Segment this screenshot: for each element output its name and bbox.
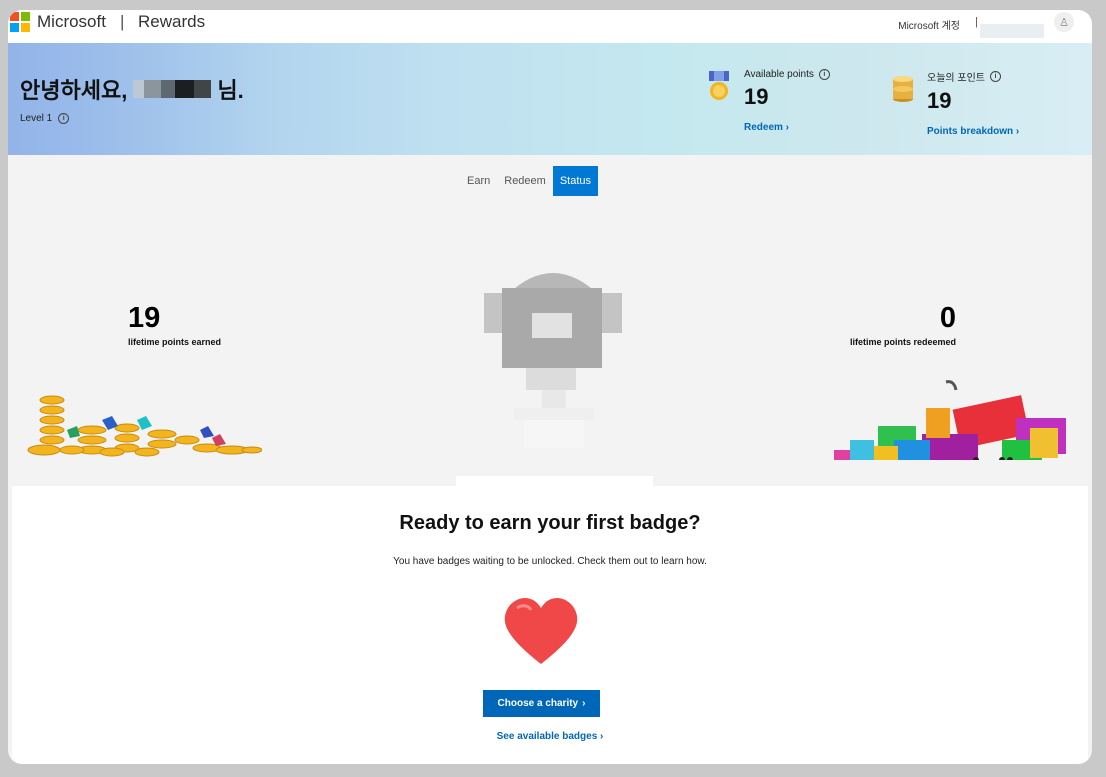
available-points-label: Available points <box>744 69 814 80</box>
top-nav: Microsoft | Rewards Microsoft 계정 | ♙ <box>8 10 1092 43</box>
account-name-redacted[interactable] <box>980 24 1044 38</box>
tab-earn[interactable]: Earn <box>460 166 497 196</box>
redeem-link[interactable]: Redeem › <box>744 122 830 133</box>
choose-charity-button[interactable]: Choose a charity › <box>483 690 600 717</box>
tab-redeem[interactable]: Redeem <box>497 166 553 196</box>
level-label: Level 1 <box>20 113 53 124</box>
available-points-value: 19 <box>744 84 769 109</box>
lifetime-earned-label: lifetime points earned <box>128 337 222 347</box>
hero-banner: 안녕하세요, 님. Level 1 i Available points i 19… <box>8 43 1092 155</box>
tab-status[interactable]: Status <box>552 166 599 196</box>
lifetime-redeemed: 0 lifetime points redeemed <box>850 302 956 347</box>
brand-divider: | <box>120 12 125 31</box>
level-badge-image <box>484 273 622 448</box>
see-available-badges-link[interactable]: See available badges › <box>8 731 1092 742</box>
microsoft-account-link[interactable]: Microsoft 계정 <box>898 17 960 32</box>
heart-icon <box>504 598 578 664</box>
tab-bar: Earn Redeem Status <box>460 166 599 196</box>
chevron-right-icon: › <box>582 698 586 709</box>
badge-headline: Ready to earn your first badge? <box>399 512 701 534</box>
user-name-redacted <box>133 80 212 98</box>
level-indicator: Level 1 i <box>20 113 70 124</box>
points-breakdown-link[interactable]: Points breakdown › <box>927 126 1019 137</box>
microsoft-logo-icon[interactable] <box>10 12 30 32</box>
info-icon[interactable]: i <box>989 71 1001 82</box>
info-icon[interactable]: i <box>58 113 70 124</box>
user-icon: ♙ <box>1059 16 1069 29</box>
browser-window: Microsoft | Rewards Microsoft 계정 | ♙ 안녕하… <box>8 10 1092 764</box>
brand-name[interactable]: Microsoft <box>37 12 106 32</box>
gifts-illustration <box>834 380 1066 460</box>
choose-charity-label: Choose a charity <box>497 698 579 709</box>
info-icon[interactable]: i <box>818 69 830 80</box>
lifetime-earned: 19 lifetime points earned <box>128 302 221 347</box>
coin-stack-icon <box>893 76 913 102</box>
available-points: Available points i 19 Redeem › <box>744 69 830 133</box>
greeting-suffix: 님. <box>217 78 244 103</box>
todays-points: 오늘의 포인트 i 19 Points breakdown › <box>927 69 1019 137</box>
lifetime-redeemed-value: 0 <box>939 302 956 334</box>
coins-illustration <box>27 395 262 457</box>
account-separator: | <box>975 16 978 28</box>
lifetime-earned-value: 19 <box>128 302 161 334</box>
greeting: 안녕하세요, 님. <box>20 73 244 105</box>
todays-points-label: 오늘의 포인트 <box>927 73 985 84</box>
product-name[interactable]: Rewards <box>138 12 205 32</box>
todays-points-value: 19 <box>927 88 952 113</box>
badge-subtitle: You have badges waiting to be unlocked. … <box>393 556 707 567</box>
avatar[interactable]: ♙ <box>1054 12 1074 32</box>
lifetime-redeemed-label: lifetime points redeemed <box>849 337 956 347</box>
medal-icon <box>709 71 729 100</box>
greeting-prefix: 안녕하세요, <box>20 78 128 103</box>
